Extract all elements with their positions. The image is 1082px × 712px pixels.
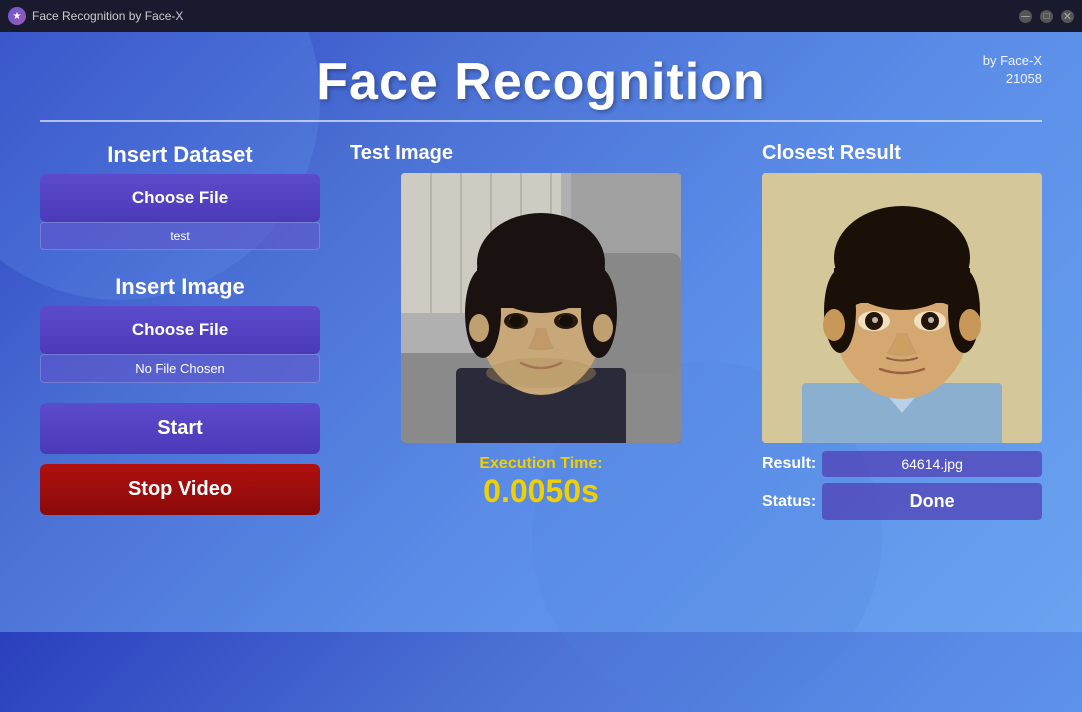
no-file-chosen-display: No File Chosen: [40, 354, 320, 383]
execution-time-area: Execution Time: 0.0050s: [479, 455, 602, 510]
result-filename-row: Result: 64614.jpg: [762, 451, 1042, 477]
window-controls[interactable]: ─ □ ✕: [1019, 10, 1074, 23]
main-title: Face Recognition: [40, 52, 1042, 112]
start-button[interactable]: Start: [40, 403, 320, 454]
status-badge: Done: [822, 483, 1042, 520]
title-bar: ★ Face Recognition by Face-X ─ □ ✕: [0, 0, 1082, 32]
by-face-x-info: by Face-X 21058: [983, 52, 1042, 88]
version-number: 21058: [983, 70, 1042, 88]
test-image-label: Test Image: [350, 142, 453, 165]
closest-result-label: Closest Result: [762, 142, 1042, 165]
result-file-badge: 64614.jpg: [822, 451, 1042, 477]
stop-video-button[interactable]: Stop Video: [40, 464, 320, 515]
close-button[interactable]: ✕: [1061, 10, 1074, 23]
result-label: Result:: [762, 455, 816, 473]
choose-file-dataset-button[interactable]: Choose File: [40, 174, 320, 222]
app-icon: ★: [8, 7, 26, 25]
maximize-button[interactable]: □: [1040, 10, 1053, 23]
dataset-filename-display: test: [40, 222, 320, 250]
header-area: by Face-X 21058 Face Recognition: [40, 52, 1042, 112]
right-panel: Closest Result: [762, 142, 1042, 520]
status-row: Status: Done: [762, 483, 1042, 520]
result-image-svg: [762, 173, 1042, 443]
title-bar-left: ★ Face Recognition by Face-X: [8, 7, 183, 25]
left-panel: Insert Dataset Choose File test Insert I…: [40, 142, 320, 515]
result-image-container: [762, 173, 1042, 443]
main-content: by Face-X 21058 Face Recognition Insert …: [0, 32, 1082, 540]
middle-panel: Test Image: [350, 142, 732, 510]
by-line: by Face-X: [983, 52, 1042, 70]
minimize-button[interactable]: ─: [1019, 10, 1032, 23]
three-col-layout: Insert Dataset Choose File test Insert I…: [40, 142, 1042, 520]
divider: [40, 120, 1042, 122]
app-title: Face Recognition by Face-X: [32, 9, 183, 23]
test-image-svg: [401, 173, 681, 443]
execution-time-label: Execution Time:: [479, 455, 602, 473]
status-label: Status:: [762, 493, 816, 511]
test-image-container: [401, 173, 681, 443]
choose-file-image-button[interactable]: Choose File: [40, 306, 320, 354]
image-section-label: Insert Image: [40, 274, 320, 300]
dataset-section-label: Insert Dataset: [40, 142, 320, 168]
execution-time-value: 0.0050s: [479, 473, 602, 510]
dataset-section: Insert Dataset Choose File test: [40, 142, 320, 250]
image-section: Insert Image Choose File No File Chosen: [40, 274, 320, 383]
